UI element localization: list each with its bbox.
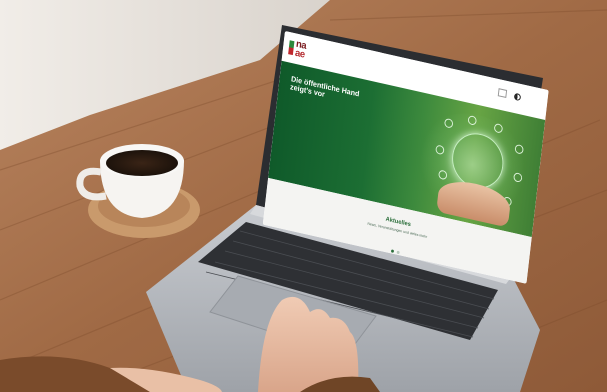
main-navigation [367, 61, 392, 67]
language-switch[interactable] [497, 88, 508, 98]
coffee [106, 150, 178, 176]
hero-body-text [288, 110, 375, 129]
site-logo[interactable]: na ae [288, 38, 324, 63]
contrast-toggle-icon[interactable] [513, 92, 522, 102]
hero-title: Die öffentliche Hand zeigt's vor [289, 74, 360, 99]
carousel-dot-1[interactable] [390, 249, 395, 253]
logo-line-2: ae [294, 47, 306, 61]
logo-color-bar [288, 40, 295, 56]
photo-scene: na ae Die öffentliche Hand zeigt's vor A… [0, 0, 607, 392]
carousel-dot-2[interactable] [396, 250, 400, 255]
